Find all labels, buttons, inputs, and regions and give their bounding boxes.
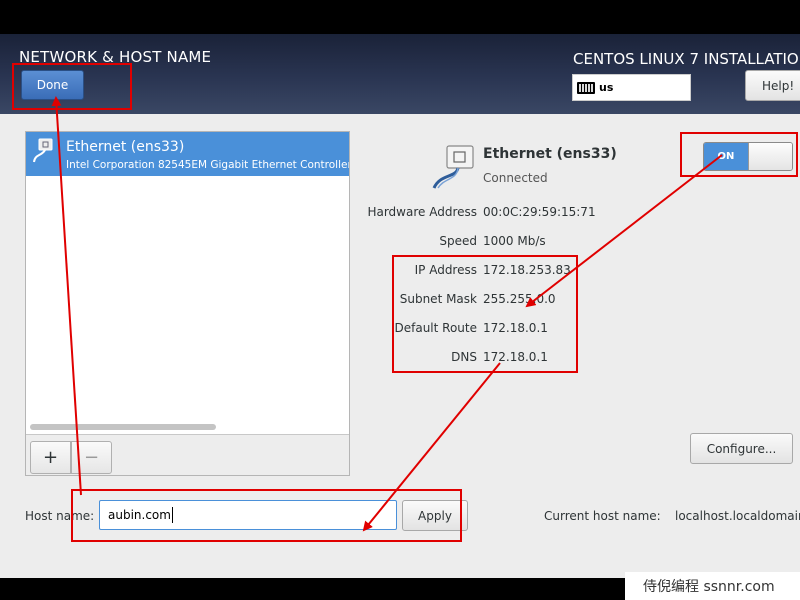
top-black-bar xyxy=(0,0,800,34)
subnet-mask-label: Subnet Mask xyxy=(399,292,477,306)
current-hostname-value: localhost.localdomain xyxy=(675,509,800,523)
subnet-mask-value: 255.255.0.0 xyxy=(483,292,556,306)
device-list-toolbar: + − xyxy=(26,434,349,475)
ethernet-icon xyxy=(432,145,474,189)
keyboard-icon xyxy=(577,81,595,94)
done-button[interactable]: Done xyxy=(21,70,84,100)
device-status: Connected xyxy=(483,171,548,185)
keyboard-layout-label: us xyxy=(599,81,614,94)
header-bar: NETWORK & HOST NAME Done CENTOS LINUX 7 … xyxy=(0,34,800,114)
watermark: 侍倪编程 ssnnr.com xyxy=(625,572,800,600)
hardware-address-value: 00:0C:29:59:15:71 xyxy=(483,205,596,219)
page-title: NETWORK & HOST NAME xyxy=(19,48,212,66)
hostname-label: Host name: xyxy=(25,509,95,523)
dns-value: 172.18.0.1 xyxy=(483,350,548,364)
configure-button[interactable]: Configure... xyxy=(690,433,793,464)
device-detail-name: Ethernet (ens33) xyxy=(483,146,617,162)
installer-title: CENTOS LINUX 7 INSTALLATIO xyxy=(573,50,799,68)
speed-value: 1000 Mb/s xyxy=(483,234,546,248)
ip-address-value: 172.18.253.83 xyxy=(483,263,571,277)
connection-toggle[interactable]: ON xyxy=(703,142,793,171)
list-item[interactable]: Ethernet (ens33) Intel Corporation 82545… xyxy=(26,132,349,176)
help-button[interactable]: Help! xyxy=(745,70,800,101)
device-name: Ethernet (ens33) xyxy=(66,139,185,155)
horizontal-scrollbar[interactable] xyxy=(30,424,216,430)
speed-label: Speed xyxy=(439,234,477,248)
hardware-address-label: Hardware Address xyxy=(367,205,477,219)
toggle-on-label: ON xyxy=(704,143,748,170)
add-device-button[interactable]: + xyxy=(30,441,71,474)
text-cursor xyxy=(171,507,173,523)
apply-button[interactable]: Apply xyxy=(402,500,468,531)
main-content: Ethernet (ens33) Intel Corporation 82545… xyxy=(0,114,800,578)
dns-label: DNS xyxy=(451,350,477,364)
default-route-value: 172.18.0.1 xyxy=(483,321,548,335)
default-route-label: Default Route xyxy=(394,321,478,335)
device-description: Intel Corporation 82545EM Gigabit Ethern… xyxy=(66,159,349,171)
ethernet-icon xyxy=(33,138,53,163)
toggle-knob xyxy=(747,143,792,170)
keyboard-layout-indicator[interactable]: us xyxy=(572,74,691,101)
hostname-input[interactable]: aubin.com xyxy=(99,500,397,530)
current-hostname-label: Current host name: xyxy=(544,509,661,523)
hostname-input-value: aubin.com xyxy=(108,508,171,522)
remove-device-button[interactable]: − xyxy=(71,441,112,474)
ip-address-label: IP Address xyxy=(414,263,477,277)
